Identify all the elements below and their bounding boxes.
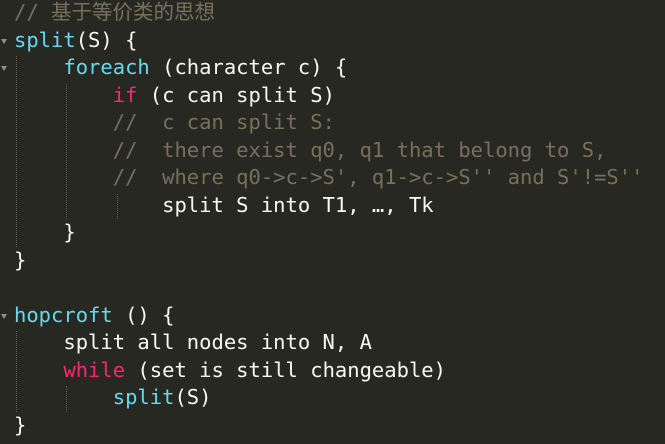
fold-arrow-icon[interactable] bbox=[1, 313, 7, 319]
indent-guide bbox=[66, 386, 67, 412]
code-token: while bbox=[63, 357, 126, 382]
code-token: } bbox=[14, 412, 27, 437]
code-line[interactable]: foreach (character c) { bbox=[14, 54, 347, 81]
code-token: // 基于等价类的思想 bbox=[14, 0, 216, 24]
fold-arrow-icon[interactable] bbox=[1, 38, 7, 44]
code-token: split S into T1, …, Tk bbox=[14, 192, 434, 217]
code-token: split bbox=[14, 27, 76, 52]
code-line[interactable]: if (c can split S) bbox=[14, 82, 335, 109]
code-token: split all nodes into N, A bbox=[14, 330, 372, 354]
code-line[interactable]: while (set is still changeable) bbox=[14, 357, 446, 384]
code-token: foreach bbox=[63, 55, 150, 79]
code-line[interactable]: // 基于等价类的思想 bbox=[14, 0, 215, 26]
code-line[interactable]: split S into T1, …, Tk bbox=[14, 192, 434, 219]
code-token: // where q0->c->S', q1->c->S'' and S'!=S… bbox=[14, 165, 644, 189]
code-line[interactable]: } bbox=[14, 219, 76, 246]
indent-guide bbox=[66, 83, 67, 219]
fold-arrow-icon[interactable] bbox=[1, 66, 7, 71]
code-line[interactable]: } bbox=[14, 247, 26, 274]
code-line[interactable]: split all nodes into N, A bbox=[14, 329, 372, 356]
code-token: split bbox=[112, 385, 175, 409]
code-line[interactable]: hopcroft () { bbox=[14, 302, 174, 329]
code-token: hopcroft bbox=[14, 302, 113, 327]
code-line[interactable]: } bbox=[14, 412, 26, 439]
code-token: } bbox=[14, 247, 27, 272]
code-token: // there exist q0, q1 that belong to S, bbox=[14, 137, 607, 162]
code-token: // c can split S: bbox=[14, 110, 335, 134]
code-token: } bbox=[14, 220, 76, 244]
code-line[interactable]: // there exist q0, q1 that belong to S, bbox=[14, 137, 607, 164]
indent-guide bbox=[16, 331, 17, 412]
code-token: (character c) { bbox=[149, 55, 348, 79]
code-token: () { bbox=[112, 302, 175, 327]
code-line[interactable]: split(S) bbox=[14, 384, 212, 411]
indent-guide bbox=[117, 193, 118, 219]
code-token: (S) { bbox=[75, 27, 138, 52]
code-token: (set is still changeable) bbox=[125, 357, 446, 382]
code-token: (S) bbox=[174, 385, 212, 409]
code-token: if bbox=[112, 82, 138, 107]
code-line[interactable]: // c can split S: bbox=[14, 109, 335, 136]
code-token: (c can split S) bbox=[137, 82, 335, 107]
indent-guide bbox=[16, 56, 17, 247]
code-line[interactable]: // where q0->c->S', q1->c->S'' and S'!=S… bbox=[14, 164, 644, 191]
code-line[interactable]: split(S) { bbox=[14, 27, 137, 54]
code-editor[interactable]: // 基于等价类的思想 split(S) { foreach (character… bbox=[0, 0, 665, 444]
